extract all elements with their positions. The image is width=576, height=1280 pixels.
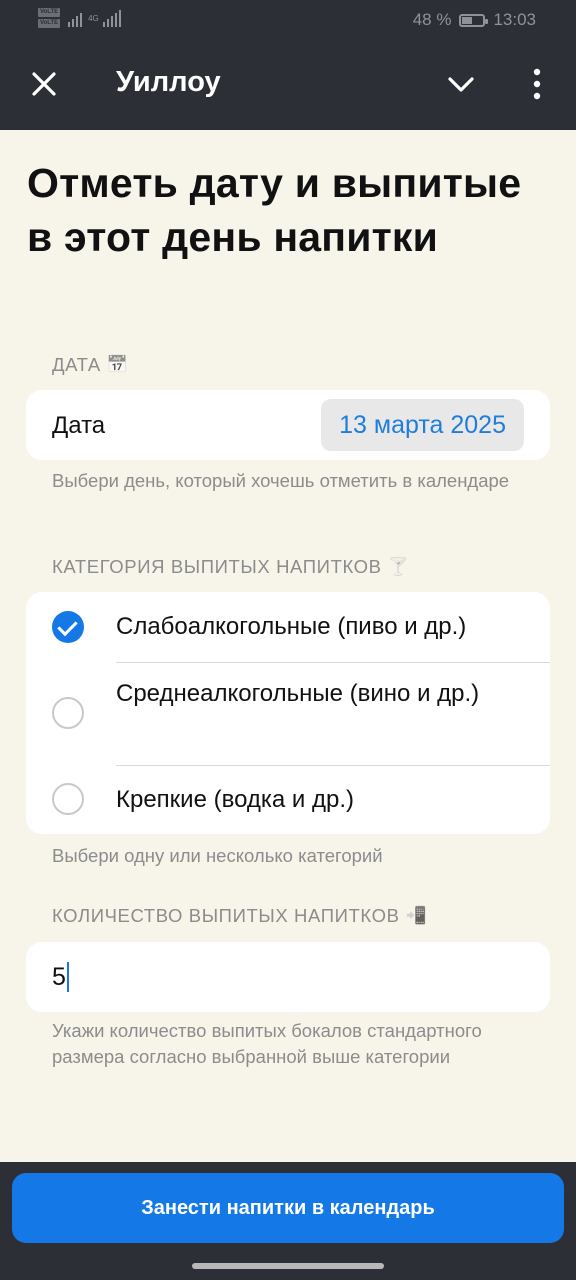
date-picker-button[interactable]: 13 марта 2025 (321, 399, 524, 451)
quantity-section-label-text: КОЛИЧЕСТВО ВЫПИТЫХ НАПИТКОВ (52, 905, 400, 926)
date-field-label: Дата (52, 412, 106, 439)
signal-strength-icon-2 (102, 9, 121, 27)
app-title: Уиллоу (116, 66, 221, 98)
cocktail-icon: 🍸 (387, 557, 410, 576)
submit-button[interactable]: Занести напитки в календарь (12, 1173, 564, 1243)
volte-badge-2: VoLTE (38, 19, 61, 28)
status-bar: VoLTE VoLTE 4G 48 % 13:03 (0, 0, 576, 40)
page-title: Отметь дату и выпитые в этот день напитк… (27, 160, 522, 260)
close-icon[interactable] (30, 70, 58, 98)
battery-icon (459, 13, 489, 27)
signal-strength-icon (68, 9, 83, 27)
app-bar: Уиллоу (0, 40, 576, 130)
home-indicator[interactable] (192, 1263, 384, 1269)
phone-icon: 📲 (405, 906, 428, 925)
quantity-section-label: КОЛИЧЕСТВО ВЫПИТЫХ НАПИТКОВ 📲 (52, 905, 427, 927)
date-hint: Выбери день, который хочешь отметить в к… (52, 470, 510, 491)
text-cursor (66, 962, 69, 992)
volte-badge-1: VoLTE (38, 8, 61, 17)
battery-fill (462, 16, 473, 24)
checkbox-medium[interactable] (52, 697, 84, 729)
battery-percent: 48 % (412, 10, 452, 29)
category-option-medium[interactable]: Среднеалкогольные (вино и др.) (26, 663, 550, 765)
category-section-label: КАТЕГОРИЯ ВЫПИТЫХ НАПИТКОВ 🍸 (52, 556, 409, 578)
volte-badges: VoLTE VoLTE (38, 8, 61, 28)
more-vertical-icon[interactable] (528, 68, 546, 100)
category-hint: Выбери одну или несколько категорий (52, 845, 383, 866)
checkbox-light[interactable] (52, 611, 84, 643)
category-section-label-text: КАТЕГОРИЯ ВЫПИТЫХ НАПИТКОВ (52, 556, 382, 577)
chevron-down-icon[interactable] (446, 72, 476, 96)
calendar-icon: 📅 (106, 355, 129, 374)
date-card: Дата 13 марта 2025 (26, 390, 550, 460)
quantity-input[interactable]: 5 (26, 942, 550, 1012)
category-option-label: Слабоалкогольные (пиво и др.) (116, 613, 467, 640)
category-option-strong[interactable]: Крепкие (водка и др.) (26, 766, 550, 834)
date-section-label-text: ДАТА (52, 354, 101, 375)
clock: 13:03 (493, 10, 536, 29)
signal-area: VoLTE VoLTE 4G (38, 8, 121, 28)
status-right: 48 % 13:03 (413, 10, 536, 30)
checkbox-strong[interactable] (52, 783, 84, 815)
quantity-value-wrap: 5 (52, 962, 69, 992)
quantity-value: 5 (52, 962, 66, 991)
category-option-light[interactable]: Слабоалкогольные (пиво и др.) (26, 592, 550, 662)
category-card: Слабоалкогольные (пиво и др.) Среднеалко… (26, 592, 550, 834)
network-type: 4G (88, 13, 99, 23)
quantity-hint: Укажи количество выпитых бокалов стандар… (52, 1020, 482, 1067)
date-section-label: ДАТА 📅 (52, 354, 129, 376)
category-option-label: Крепкие (водка и др.) (116, 786, 355, 813)
category-option-label: Среднеалкогольные (вино и др.) (116, 680, 480, 707)
